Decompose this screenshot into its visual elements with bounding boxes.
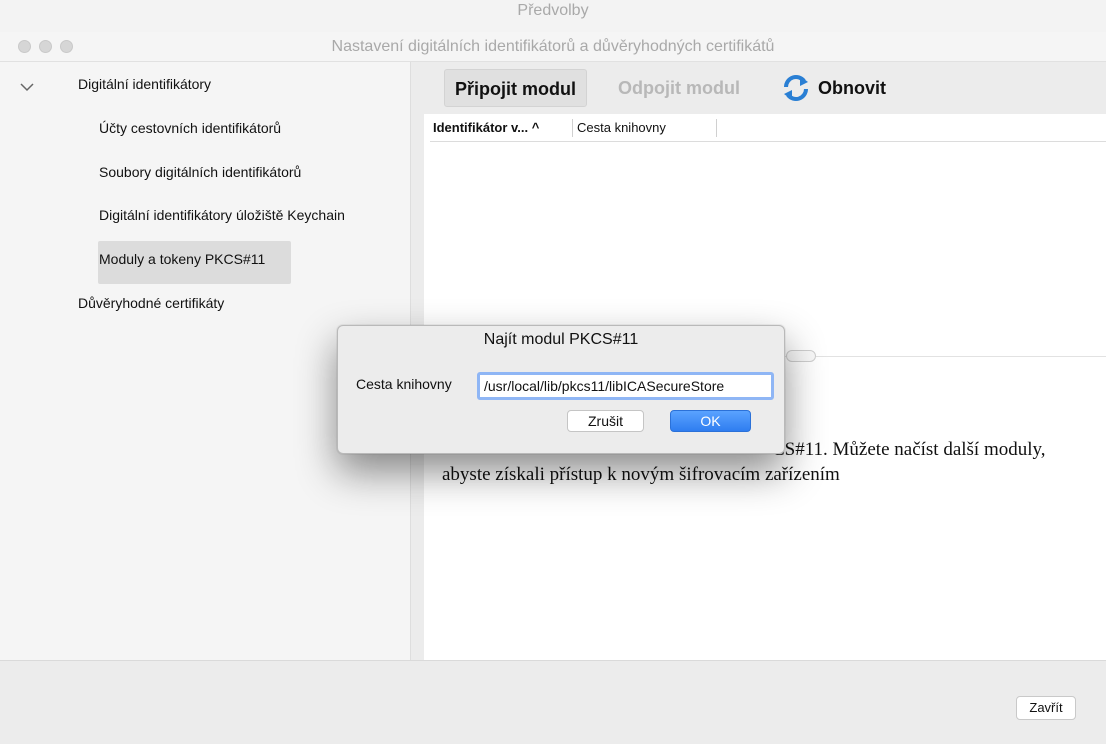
window-title: Nastavení digitálních identifikátorů a d… (331, 38, 775, 55)
footer-bar (0, 660, 1106, 744)
sidebar-item-id-files[interactable]: Soubory digitálních identifikátorů (99, 164, 301, 180)
detach-module-button[interactable]: Odpojit modul (608, 69, 750, 107)
dialog-title: Najít modul PKCS#11 (483, 331, 639, 348)
library-path-label: Cesta knihovny (356, 376, 452, 392)
sidebar-item-keychain[interactable]: Digitální identifikátory úložiště Keycha… (99, 207, 345, 223)
chevron-down-icon[interactable] (18, 78, 36, 96)
refresh-button[interactable]: Obnovit (812, 69, 896, 107)
ok-button[interactable]: OK (670, 410, 751, 432)
sidebar-item-roaming-accounts[interactable]: Účty cestovních identifikátorů (99, 120, 281, 136)
pane-splitter-handle[interactable] (786, 350, 816, 362)
attach-module-button[interactable]: Připojit modul (444, 69, 587, 107)
background-window-title: Předvolby (517, 2, 589, 19)
close-button[interactable]: Zavřít (1016, 696, 1076, 720)
description-line-2: abyste získali přístup k novým šifrovací… (442, 464, 840, 485)
cancel-button[interactable]: Zrušit (567, 410, 644, 432)
sidebar-item-trusted-certificates[interactable]: Důvěryhodné certifikáty (78, 295, 224, 311)
description-line-1: CS#11. Můžete načíst další moduly, (772, 439, 1046, 460)
sidebar-item-digital-ids[interactable]: Digitální identifikátory (78, 76, 211, 92)
column-separator (716, 119, 717, 137)
refresh-icon[interactable] (781, 74, 811, 102)
column-separator (572, 119, 573, 137)
column-header-library-path[interactable]: Cesta knihovny (577, 114, 666, 142)
library-path-input[interactable]: /usr/local/lib/pkcs11/libICASecureStore (477, 372, 774, 400)
sidebar-item-pkcs11[interactable]: Moduly a tokeny PKCS#11 (99, 251, 265, 267)
column-header-identifier[interactable]: Identifikátor v... ^ (433, 114, 539, 142)
